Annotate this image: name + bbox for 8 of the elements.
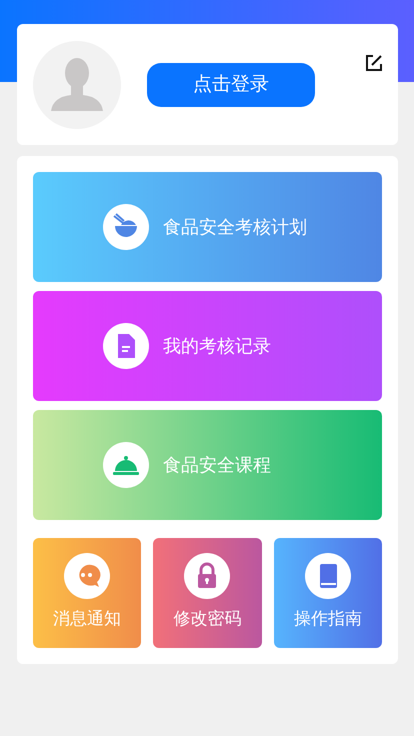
menu-tile[interactable]: 消息通知 — [33, 538, 142, 648]
menu-tile[interactable]: 食品安全课程 — [33, 410, 382, 520]
menu-tile[interactable]: 修改密码 — [153, 538, 262, 648]
menu-tile[interactable]: 我的考核记录 — [33, 291, 382, 401]
login-button[interactable]: 点击登录 — [147, 62, 315, 106]
edit-icon[interactable] — [365, 54, 383, 72]
menu-tile[interactable]: 操作指南 — [274, 538, 382, 648]
menu-tile[interactable]: 食品安全考核计划 — [33, 172, 382, 282]
